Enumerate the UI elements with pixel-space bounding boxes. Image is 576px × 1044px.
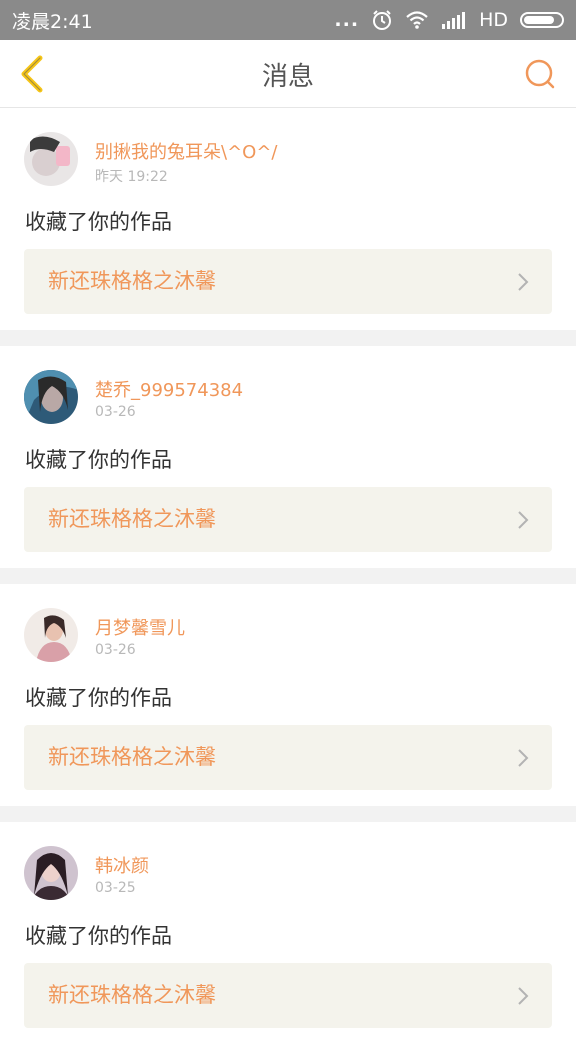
- wifi-icon: [405, 10, 429, 30]
- work-title: 新还珠格格之沐馨: [48, 983, 216, 1007]
- work-title: 新还珠格格之沐馨: [48, 745, 216, 769]
- alarm-icon: [371, 9, 393, 31]
- timestamp: 昨天 19:22: [95, 169, 168, 185]
- search-icon: [525, 59, 555, 89]
- back-button[interactable]: [10, 50, 54, 98]
- battery-icon: [520, 12, 564, 28]
- timestamp: 03-25: [95, 880, 136, 896]
- work-link[interactable]: 新还珠格格之沐馨: [24, 487, 552, 552]
- message-item: 别揪我的兔耳朵\^O^/ 昨天 19:22 收藏了你的作品 新还珠格格之沐馨: [0, 108, 576, 330]
- signal-icon: [441, 11, 467, 29]
- message-item: 楚乔_999574384 03-26 收藏了你的作品 新还珠格格之沐馨: [0, 346, 576, 568]
- status-time: 凌晨2:41: [12, 10, 93, 33]
- username[interactable]: 别揪我的兔耳朵\^O^/: [95, 138, 277, 164]
- chevron-right-icon: [518, 273, 529, 291]
- divider: [0, 568, 576, 584]
- chevron-right-icon: [518, 987, 529, 1005]
- avatar[interactable]: [24, 370, 78, 424]
- action-text: 收藏了你的作品: [25, 924, 172, 948]
- chevron-right-icon: [518, 511, 529, 529]
- divider: [0, 330, 576, 346]
- avatar[interactable]: [24, 846, 78, 900]
- username[interactable]: 楚乔_999574384: [95, 376, 243, 402]
- chevron-right-icon: [518, 749, 529, 767]
- action-text: 收藏了你的作品: [25, 686, 172, 710]
- action-text: 收藏了你的作品: [25, 448, 172, 472]
- work-title: 新还珠格格之沐馨: [48, 507, 216, 531]
- work-link[interactable]: 新还珠格格之沐馨: [24, 963, 552, 1028]
- search-button[interactable]: [518, 52, 562, 96]
- work-title: 新还珠格格之沐馨: [48, 269, 216, 293]
- action-text: 收藏了你的作品: [25, 210, 172, 234]
- timestamp: 03-26: [95, 404, 136, 420]
- work-link[interactable]: 新还珠格格之沐馨: [24, 249, 552, 314]
- timestamp: 03-26: [95, 642, 136, 658]
- divider: [0, 806, 576, 822]
- message-item: 韩冰颜 03-25 收藏了你的作品 新还珠格格之沐馨: [0, 822, 576, 1044]
- work-link[interactable]: 新还珠格格之沐馨: [24, 725, 552, 790]
- network-type: HD: [479, 9, 508, 31]
- chevron-left-icon: [21, 55, 43, 93]
- username[interactable]: 月梦馨雪儿: [95, 614, 185, 640]
- navigation-bar: 消息: [0, 40, 576, 108]
- username[interactable]: 韩冰颜: [95, 852, 149, 878]
- avatar[interactable]: [24, 132, 78, 186]
- status-bar: 凌晨2:41 ... HD: [0, 0, 576, 40]
- avatar[interactable]: [24, 608, 78, 662]
- page-title: 消息: [261, 61, 314, 92]
- message-list: 别揪我的兔耳朵\^O^/ 昨天 19:22 收藏了你的作品 新还珠格格之沐馨 楚…: [0, 108, 576, 1044]
- message-item: 月梦馨雪儿 03-26 收藏了你的作品 新还珠格格之沐馨: [0, 584, 576, 806]
- status-dots: ...: [334, 9, 360, 31]
